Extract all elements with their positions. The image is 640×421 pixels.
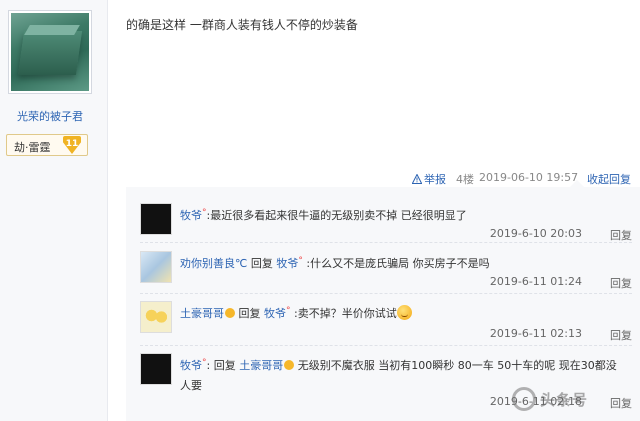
avatar[interactable] <box>140 353 172 385</box>
reply-word: 回复 <box>238 307 261 320</box>
divider <box>140 242 632 243</box>
author-avatar[interactable] <box>8 10 92 94</box>
reply-content: 最近很多看起来很牛逼的无级别卖不掉 已经很明显了 <box>210 209 467 222</box>
reply-box-pointer <box>570 180 584 187</box>
author-name[interactable]: 光荣的被子君 <box>0 108 100 124</box>
avatar-image <box>11 13 89 91</box>
reply-username[interactable]: 牧爷 <box>180 209 202 222</box>
reply-target[interactable]: 土豪哥哥 <box>239 359 283 372</box>
avatar[interactable] <box>140 301 172 333</box>
vip-icon: ° <box>298 256 303 266</box>
divider <box>140 293 632 294</box>
reply-username[interactable]: 劝你别善良℃ <box>180 257 247 270</box>
post-page: 光荣的被子君 劫·雷霆 11 的确是这样 一群商人装有钱人不停的炒装备 举报 4… <box>0 0 640 421</box>
floor-number: 4楼 <box>456 173 474 186</box>
reply-time: 2019-6-11 02:13 <box>489 327 582 340</box>
reply-username[interactable]: 牧爷 <box>180 359 202 372</box>
reply-target[interactable]: 牧爷 <box>276 257 298 270</box>
author-column: 光荣的被子君 劫·雷霆 11 <box>0 0 108 421</box>
reply-word: 回复 <box>250 257 273 270</box>
reply-button[interactable]: 回复 <box>610 327 632 343</box>
post-content: 的确是这样 一群商人装有钱人不停的炒装备 <box>126 18 358 32</box>
badge-icon <box>284 360 295 370</box>
reply-username[interactable]: 土豪哥哥 <box>180 307 224 320</box>
watermark: 头条号 <box>510 383 635 417</box>
watermark-logo-icon <box>512 387 536 411</box>
watermark-text: 头条号 <box>540 391 589 409</box>
vip-icon: ° <box>286 306 291 316</box>
list-item: 土豪哥哥 回复 牧爷° :卖不掉？半价你试试 2019-6-11 02:13 回… <box>140 301 632 343</box>
reply-button[interactable]: 回复 <box>610 275 632 291</box>
smile-emoji-icon <box>396 305 412 320</box>
reply-button[interactable]: 回复 <box>610 227 632 243</box>
divider <box>140 345 632 346</box>
reply-separator: : <box>206 359 211 372</box>
reply-target[interactable]: 牧爷 <box>264 307 286 320</box>
reply-text: 劝你别善良℃ 回复 牧爷° :什么又不是庞氏骗局 你买房子不是吗 <box>180 251 630 274</box>
reply-text: 牧爷°:最近很多看起来很牛逼的无级别卖不掉 已经很明显了 <box>180 203 630 226</box>
reply-word: 回复 <box>213 359 236 372</box>
level-number-icon: 11 <box>63 136 81 154</box>
level-title: 劫·雷霆 <box>14 141 51 154</box>
reply-text: 土豪哥哥 回复 牧爷° :卖不掉？半价你试试 <box>180 301 630 324</box>
warning-icon <box>412 174 422 184</box>
report-label: 举报 <box>424 173 446 186</box>
reply-content: 什么又不是庞氏骗局 你买房子不是吗 <box>310 257 490 270</box>
reply-content: 卖不掉？半价你试试 <box>297 307 397 320</box>
reply-time: 2019-6-11 01:24 <box>489 275 582 288</box>
collapse-replies-link[interactable]: 收起回复 <box>587 171 631 187</box>
avatar[interactable] <box>140 203 172 235</box>
post-time: 2019-06-10 19:57 <box>479 171 579 184</box>
badge-icon <box>225 308 235 318</box>
reply-time: 2019-6-10 20:03 <box>489 227 582 240</box>
list-item: 劝你别善良℃ 回复 牧爷° :什么又不是庞氏骗局 你买房子不是吗 2019-6-… <box>140 251 632 291</box>
avatar[interactable] <box>140 251 172 283</box>
list-item: 牧爷°:最近很多看起来很牛逼的无级别卖不掉 已经很明显了 2019-6-10 2… <box>140 203 632 242</box>
level-badge[interactable]: 劫·雷霆 11 <box>6 134 88 156</box>
report-link[interactable]: 举报 <box>412 171 446 187</box>
